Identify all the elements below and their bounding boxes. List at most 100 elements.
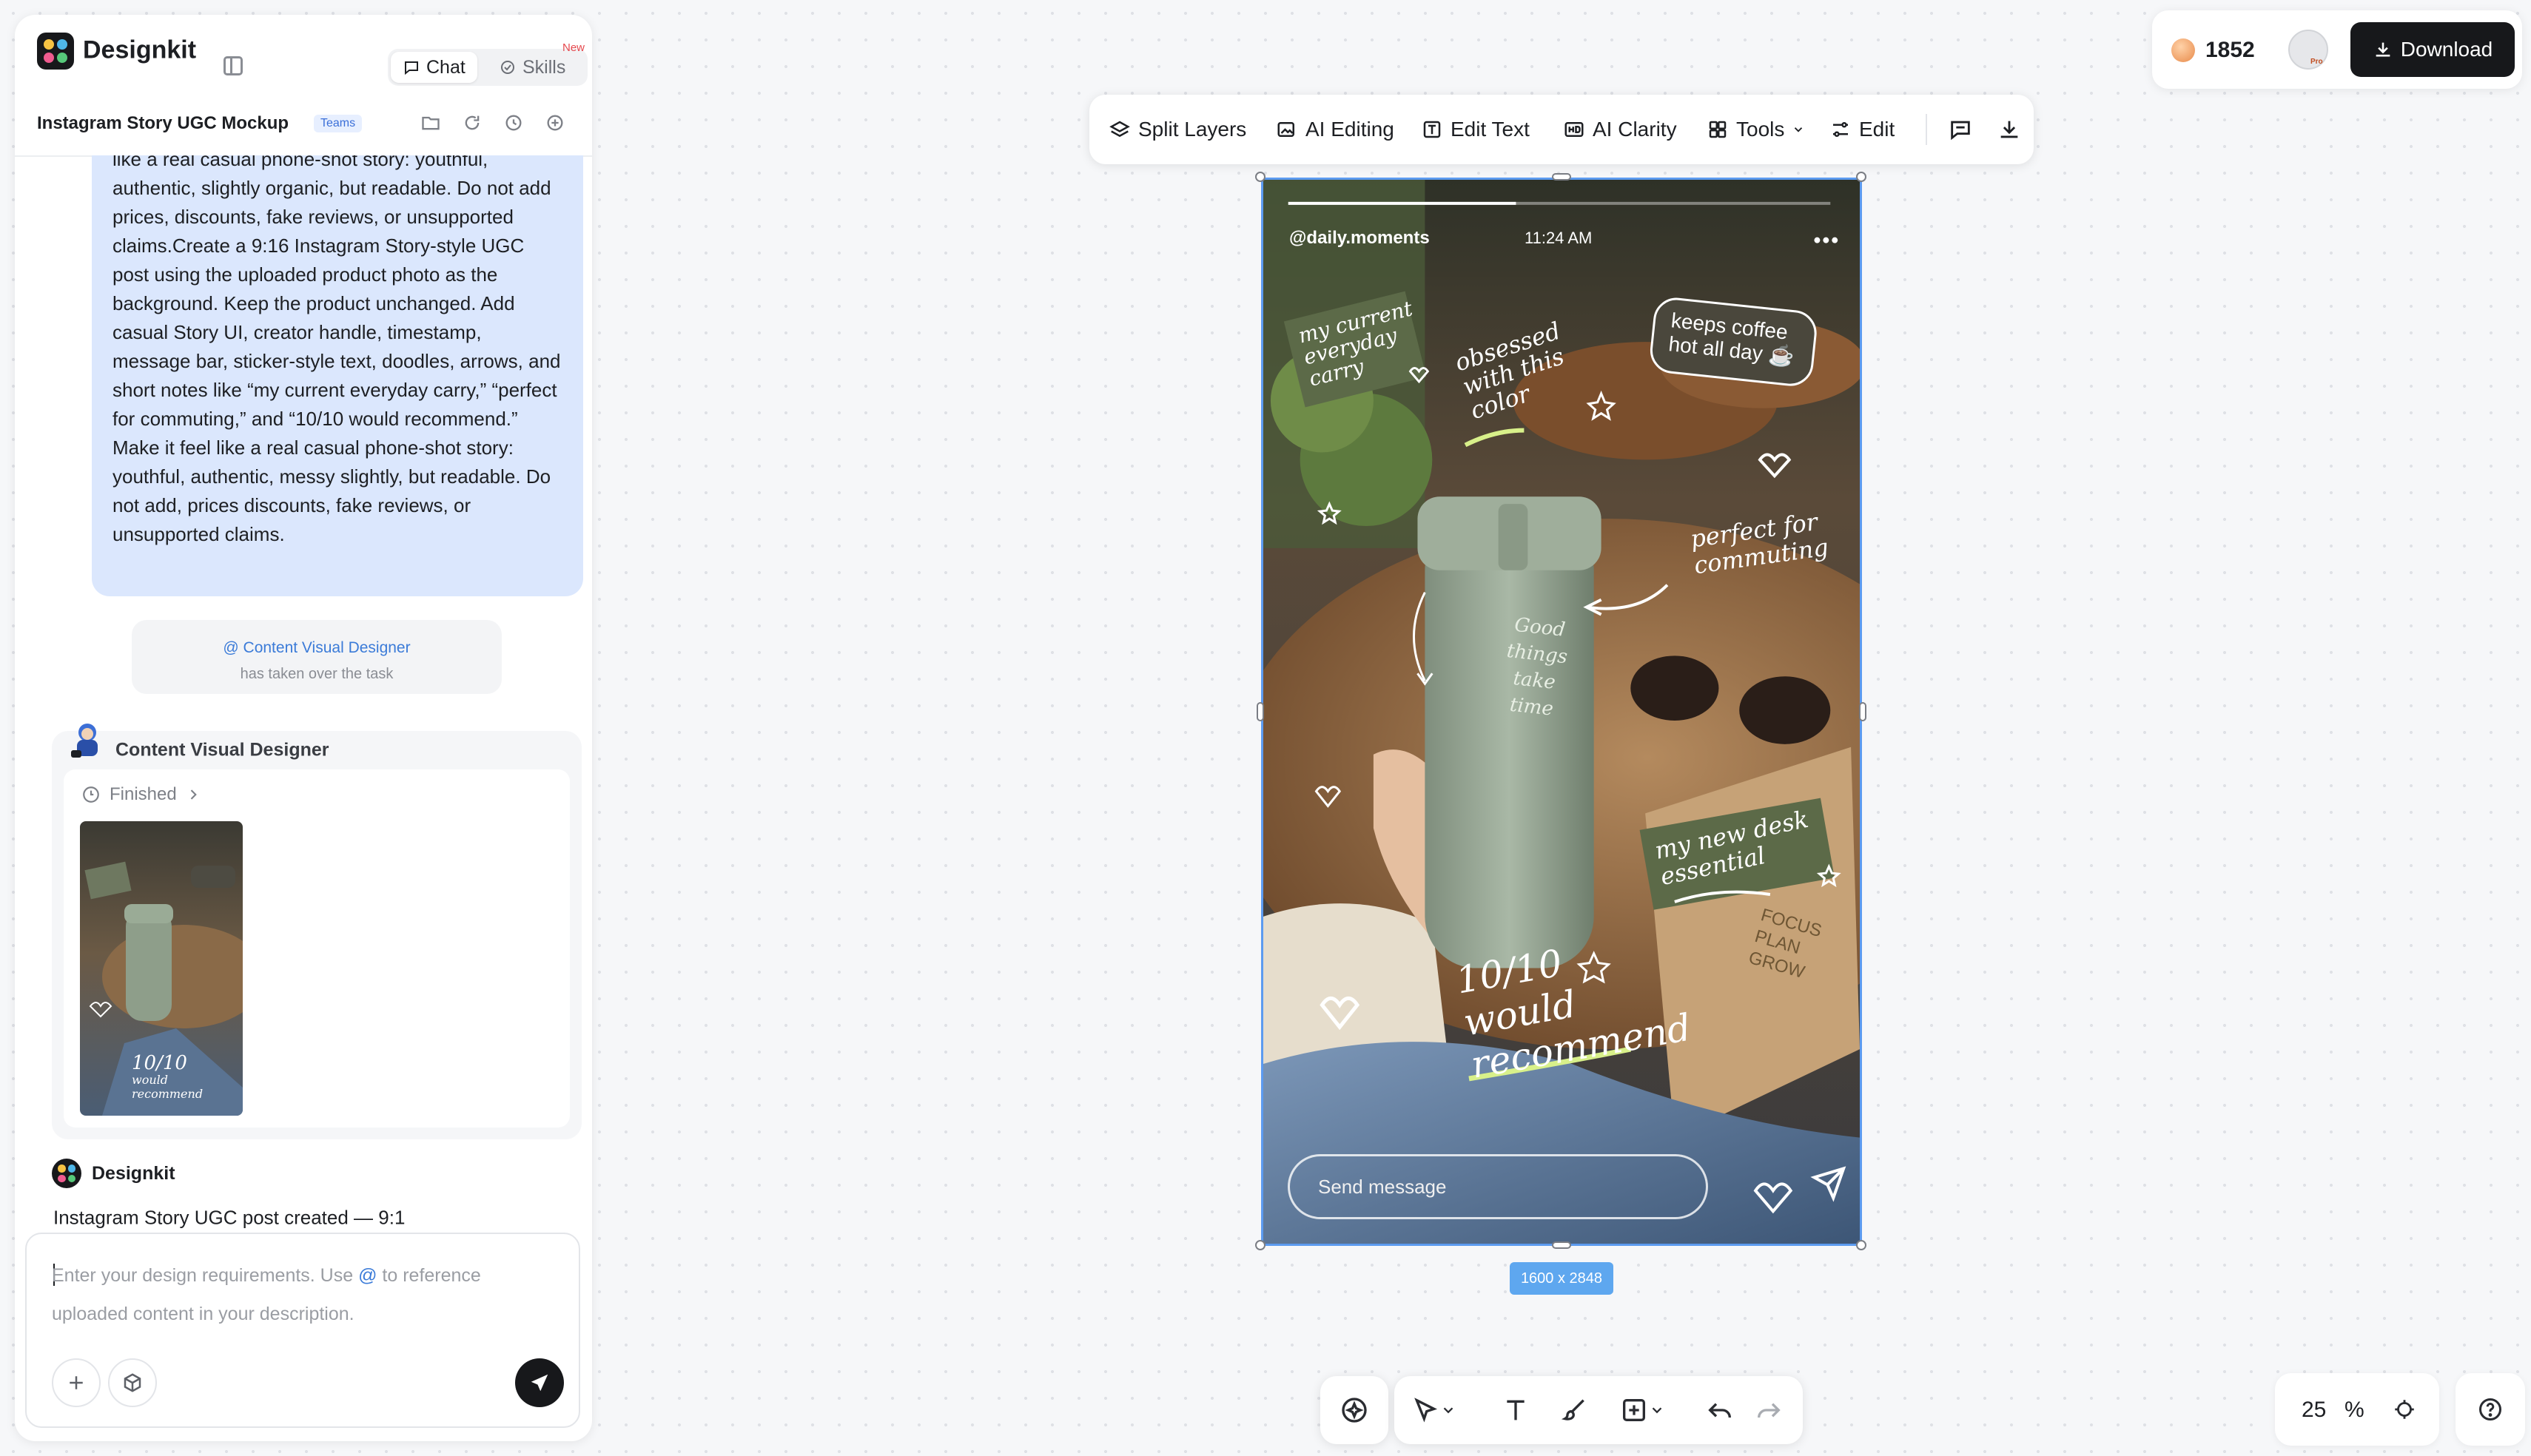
- resize-handle-right[interactable]: [1859, 702, 1866, 721]
- handoff-notice: @ Content Visual Designer has taken over…: [132, 620, 502, 694]
- tab-skills-label: Skills: [522, 56, 566, 78]
- project-title: Instagram Story UGC Mockup: [37, 113, 289, 133]
- placeholder-at: @: [358, 1265, 377, 1286]
- resize-handle-tr[interactable]: [1856, 172, 1866, 182]
- send-button[interactable]: [515, 1358, 564, 1407]
- handoff-note: has taken over the task: [240, 666, 394, 682]
- sliders-icon: [1833, 122, 1848, 137]
- add-attachment-button[interactable]: [52, 1358, 101, 1407]
- redo-icon[interactable]: [1754, 1395, 1784, 1425]
- cube-icon: [124, 1373, 141, 1392]
- download-label: Download: [2400, 38, 2493, 61]
- handoff-agent[interactable]: @ Content Visual Designer: [132, 639, 502, 657]
- layers-icon: [1109, 121, 1130, 138]
- resize-handle-left[interactable]: [1257, 702, 1264, 721]
- fit-screen-icon[interactable]: [2392, 1397, 2417, 1422]
- user-message-bubble: like a real casual phone-shot story: you…: [92, 155, 583, 596]
- send-icon: [531, 1374, 548, 1392]
- svg-text:recommend: recommend: [132, 1087, 203, 1101]
- comment-icon[interactable]: [1948, 117, 1973, 142]
- insert-tool-icon[interactable]: [1619, 1395, 1649, 1425]
- toolbar-divider: [1926, 114, 1927, 145]
- hd-icon: [1564, 122, 1584, 137]
- tools-dropdown[interactable]: Tools: [1707, 118, 1805, 141]
- help-button[interactable]: [2456, 1373, 2525, 1446]
- resize-handle-br[interactable]: [1856, 1240, 1866, 1250]
- mode-switch: Chat Skills: [388, 49, 588, 86]
- canvas-toolbar: Split Layers AI Editing Edit Text AI Cla…: [1089, 95, 2034, 164]
- download-icon[interactable]: [1997, 117, 2022, 142]
- undo-icon[interactable]: [1705, 1395, 1735, 1425]
- zoom-value[interactable]: 25: [2302, 1398, 2326, 1423]
- skills-icon: [501, 61, 514, 74]
- refresh-icon[interactable]: [462, 112, 483, 133]
- task-status[interactable]: Finished: [81, 784, 201, 805]
- story-timestamp: 11:24 AM: [1525, 229, 1593, 247]
- tools-label: Tools: [1736, 118, 1785, 141]
- teams-badge: Teams: [314, 115, 363, 132]
- account-bar: 1852 Download: [2152, 10, 2522, 89]
- assistant-reply-header: Designkit: [52, 1159, 175, 1188]
- canvas-artboard[interactable]: @daily.moments 11:24 AM my current every…: [1255, 172, 1866, 1250]
- story-send-message-field[interactable]: Send message: [1288, 1154, 1708, 1219]
- image-edit-icon: [1277, 122, 1294, 137]
- agent-result: Finished 10/10 would recommend: [64, 769, 570, 1128]
- edit-text-button[interactable]: Edit Text: [1421, 118, 1530, 141]
- chevron-right-icon: [190, 789, 197, 800]
- chat-panel: Designkit Chat Skills New Instagram Stor…: [15, 15, 592, 1441]
- zoom-unit: %: [2345, 1398, 2364, 1422]
- brand-name: Designkit: [83, 36, 197, 64]
- chevron-down-icon[interactable]: [1649, 1395, 1665, 1425]
- ai-clarity-button[interactable]: AI Clarity: [1563, 118, 1677, 141]
- tab-skills[interactable]: Skills: [487, 52, 577, 83]
- panel-header: Designkit Chat Skills New Instagram Stor…: [15, 15, 592, 145]
- agent-avatar: [71, 724, 98, 758]
- credits-coin-icon: [2171, 38, 2195, 62]
- folder-icon[interactable]: [420, 112, 441, 133]
- select-tool-icon[interactable]: [1411, 1395, 1440, 1425]
- zoom-control: 25 %: [2275, 1373, 2439, 1446]
- chevron-down-icon[interactable]: [1440, 1395, 1456, 1425]
- resize-handle-top[interactable]: [1552, 173, 1571, 181]
- result-thumbnail[interactable]: 10/10 would recommend: [80, 821, 243, 1116]
- agent-card: Content Visual Designer Finished 10/10 w…: [52, 724, 582, 1139]
- text-tool-icon[interactable]: [1501, 1395, 1530, 1425]
- ai-spark-icon[interactable]: [1340, 1395, 1369, 1425]
- svg-text:would: would: [132, 1073, 168, 1087]
- asset-library-button[interactable]: [108, 1358, 157, 1407]
- brush-tool-icon[interactable]: [1560, 1395, 1590, 1425]
- agent-name: Content Visual Designer: [115, 739, 329, 761]
- edit-text-label: Edit Text: [1451, 118, 1530, 141]
- help-icon: [2479, 1398, 2501, 1420]
- ai-editing-label: AI Editing: [1305, 118, 1394, 141]
- history-icon[interactable]: [503, 112, 524, 133]
- status-icon: [83, 786, 99, 803]
- credits-count[interactable]: 1852: [2205, 38, 2255, 63]
- chevron-down-icon: [1795, 127, 1803, 132]
- cup-engraving: Good things take time: [1500, 611, 1572, 724]
- new-chat-icon[interactable]: [545, 112, 565, 133]
- placeholder-part1: Enter your design requirements. Use: [52, 1265, 359, 1286]
- designkit-avatar: [52, 1159, 81, 1188]
- edit-button[interactable]: Edit: [1829, 118, 1895, 141]
- story-progress-fill: [1288, 201, 1516, 205]
- chat-icon: [405, 61, 418, 75]
- designkit-logo: [37, 33, 74, 70]
- download-button[interactable]: Download: [2350, 22, 2515, 77]
- task-status-label: Finished: [110, 784, 177, 804]
- new-badge: New: [562, 41, 585, 54]
- user-message-text: like a real casual phone-shot story: you…: [112, 155, 561, 545]
- download-icon: [2376, 42, 2390, 57]
- tab-chat[interactable]: Chat: [391, 52, 477, 83]
- resize-handle-bl[interactable]: [1255, 1240, 1266, 1250]
- svg-text:10/10: 10/10: [132, 1052, 187, 1074]
- split-layers-label: Split Layers: [1138, 118, 1247, 141]
- resize-handle-bottom[interactable]: [1552, 1241, 1571, 1249]
- user-avatar[interactable]: [2288, 30, 2328, 70]
- canvas-size-label: 1600 x 2848: [1510, 1262, 1613, 1295]
- ai-editing-button[interactable]: AI Editing: [1276, 118, 1394, 141]
- prompt-input[interactable]: Enter your design requirements. Use @ to…: [25, 1233, 580, 1428]
- sidebar-collapse-icon[interactable]: [223, 56, 243, 75]
- split-layers-button[interactable]: Split Layers: [1109, 118, 1246, 141]
- resize-handle-tl[interactable]: [1255, 172, 1266, 182]
